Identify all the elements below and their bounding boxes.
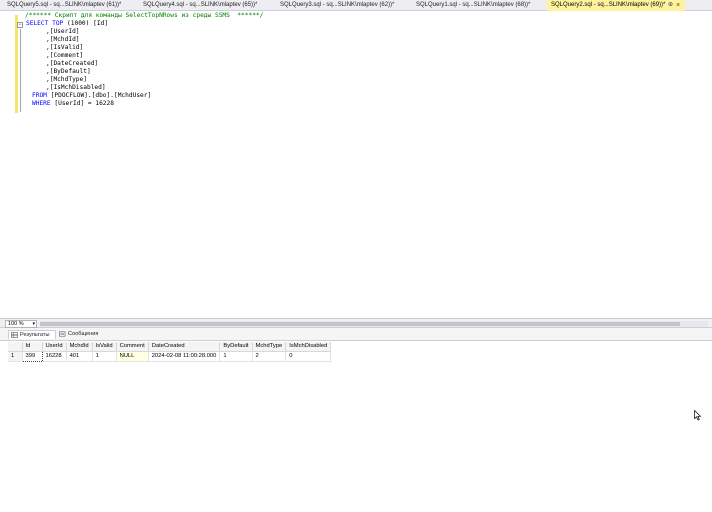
- grid-header-row: Id UserId MchdId IsValid Comment DateCre…: [8, 342, 332, 352]
- grid-cell-mchdtype[interactable]: 2: [252, 351, 287, 362]
- grid-cell-datecreated[interactable]: 2024-02-08 11:00:28.000: [148, 351, 221, 362]
- tab-sqlquery5[interactable]: SQLQuery5.sql - sq...SLINK\mlaptev (61))…: [3, 0, 138, 11]
- tab-label: SQLQuery4.sql - sq...SLINK\mlaptev (65))…: [143, 2, 258, 8]
- tab-label: SQLQuery1.sql - sq...SLINK\mlaptev (68))…: [416, 2, 531, 8]
- sql-comment: /****** Скрипт для команды SelectTopNRow…: [25, 12, 264, 19]
- keyword-top: TOP: [52, 20, 64, 27]
- column-header-isvalid[interactable]: IsValid: [92, 342, 117, 352]
- grid-cell-mchdid[interactable]: 401: [66, 351, 93, 362]
- where-condition: [UserId] = 16228: [54, 100, 114, 107]
- column-header-mchdid[interactable]: MchdId: [66, 342, 93, 352]
- horizontal-scrollbar[interactable]: [40, 321, 708, 327]
- grid-cell-bydefault[interactable]: 1: [219, 351, 253, 362]
- change-marker: [15, 15, 18, 113]
- column-header-id[interactable]: Id: [22, 342, 43, 352]
- tab-sqlquery1[interactable]: SQLQuery1.sql - sq...SLINK\mlaptev (68))…: [412, 0, 547, 11]
- grid-cell-ismchdisabled[interactable]: 0: [285, 351, 332, 362]
- grid-cell-isvalid[interactable]: 1: [92, 351, 117, 362]
- pin-icon[interactable]: ⊕: [668, 0, 673, 11]
- code-line-column: ,[IsMchDisabled]: [46, 84, 106, 92]
- tab-results[interactable]: Результаты: [8, 330, 56, 339]
- code-line-from: FROM [PDOCFLOW].[dbo].[MchdUser]: [32, 92, 151, 100]
- column-header-mchdtype[interactable]: MchdType: [252, 342, 287, 352]
- document-tab-strip: SQLQuery5.sql - sq...SLINK\mlaptev (61))…: [0, 0, 712, 11]
- code-line-select: SELECT TOP (1000) [Id]: [26, 20, 108, 28]
- code-line-column: ,[ByDefault]: [46, 68, 91, 76]
- column-name: ,[ByDefault]: [46, 68, 91, 75]
- fold-guide: [20, 29, 21, 112]
- code-line-column: ,[IsValid]: [46, 44, 83, 52]
- top-clause: (1000) [Id]: [67, 20, 108, 27]
- tab-messages[interactable]: Сообщения: [57, 330, 103, 339]
- keyword-select: SELECT: [26, 20, 49, 27]
- keyword-where: WHERE: [32, 100, 51, 107]
- messages-icon: [59, 331, 66, 337]
- column-name: ,[IsMchDisabled]: [46, 84, 106, 91]
- keyword-from: FROM: [32, 92, 47, 99]
- column-header-ismchdisabled[interactable]: IsMchDisabled: [285, 342, 332, 352]
- column-header-comment[interactable]: Comment: [116, 342, 149, 352]
- grid-cell-id[interactable]: 399: [21, 350, 43, 362]
- code-line-column: ,[MchdType]: [46, 76, 87, 84]
- chevron-down-icon: ▾: [32, 321, 35, 327]
- tab-messages-label: Сообщения: [68, 331, 99, 337]
- editor-status-bar: 100 % ▾: [0, 318, 712, 328]
- editor-gutter: [0, 11, 15, 318]
- scrollbar-thumb[interactable]: [40, 322, 680, 326]
- column-name: ,[DateCreated]: [46, 60, 99, 67]
- results-pane: Id UserId MchdId IsValid Comment DateCre…: [0, 340, 712, 512]
- tab-label: SQLQuery3.sql - sq...SLINK\mlaptev (62))…: [280, 2, 395, 8]
- code-line-column: ,[Comment]: [46, 52, 83, 60]
- query-editor[interactable]: − /****** Скрипт для команды SelectTopNR…: [0, 11, 712, 318]
- row-number[interactable]: 1: [8, 351, 23, 362]
- tab-sqlquery4[interactable]: SQLQuery4.sql - sq...SLINK\mlaptev (65))…: [139, 0, 274, 11]
- tab-label: SQLQuery5.sql - sq...SLINK\mlaptev (61))…: [7, 2, 122, 8]
- code-line-where: WHERE [UserId] = 16228: [32, 100, 114, 108]
- grid-cell-userid[interactable]: 16228: [42, 351, 67, 362]
- code-line-column: ,[MchdId]: [46, 36, 80, 44]
- results-grid: Id UserId MchdId IsValid Comment DateCre…: [8, 342, 332, 362]
- zoom-dropdown[interactable]: 100 % ▾: [5, 320, 37, 328]
- tab-label: SQLQuery2.sql - sq...SLINK\mlaptev (69))…: [551, 2, 666, 8]
- collapse-icon[interactable]: −: [17, 22, 23, 28]
- results-tab-bar: Результаты Сообщения: [0, 328, 712, 340]
- tab-results-label: Результаты: [20, 332, 50, 338]
- row-number-header[interactable]: [8, 342, 23, 352]
- grid-icon: [11, 332, 18, 338]
- column-header-bydefault[interactable]: ByDefault: [219, 342, 253, 352]
- close-icon[interactable]: ×: [676, 0, 680, 11]
- code-line-column: ,[DateCreated]: [46, 60, 98, 68]
- grid-cell-comment[interactable]: NULL: [116, 351, 149, 362]
- tab-sqlquery3[interactable]: SQLQuery3.sql - sq...SLINK\mlaptev (62))…: [276, 0, 411, 11]
- tab-sqlquery2-active[interactable]: SQLQuery2.sql - sq...SLINK\mlaptev (69))…: [547, 0, 685, 11]
- code-line-comment: /****** Скрипт для команды SelectTopNRow…: [25, 12, 263, 20]
- column-name: ,[MchdType]: [46, 76, 87, 83]
- table-row: 1 399 16228 401 1 NULL 2024-02-08 11:00:…: [8, 350, 332, 362]
- zoom-value: 100 %: [8, 321, 24, 327]
- column-name: ,[UserId]: [46, 28, 80, 35]
- column-name: ,[IsValid]: [46, 44, 84, 51]
- column-name: ,[Comment]: [46, 52, 84, 59]
- column-header-userid[interactable]: UserId: [42, 342, 67, 352]
- column-name: ,[MchdId]: [46, 36, 80, 43]
- from-table: [PDOCFLOW].[dbo].[MchdUser]: [50, 92, 152, 99]
- column-header-datecreated[interactable]: DateCreated: [148, 342, 221, 352]
- code-line-column: ,[UserId]: [46, 28, 80, 36]
- mouse-pointer-icon: [694, 410, 702, 421]
